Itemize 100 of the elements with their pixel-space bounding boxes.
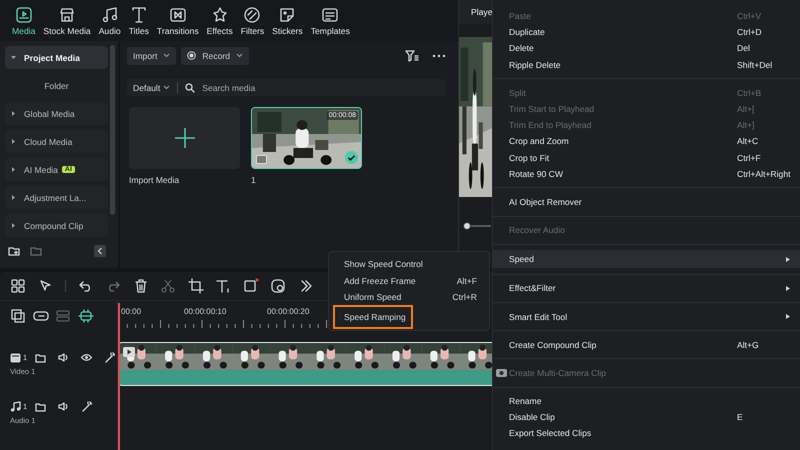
playback-slider[interactable] bbox=[463, 222, 491, 230]
speaker-icon[interactable] bbox=[58, 401, 70, 412]
caret-icon bbox=[11, 111, 16, 116]
scissors-icon[interactable] bbox=[160, 278, 176, 294]
scrollbar[interactable] bbox=[110, 45, 115, 215]
folder-icon[interactable] bbox=[35, 352, 46, 363]
caret-icon bbox=[11, 195, 16, 200]
video-track-icon bbox=[10, 352, 21, 363]
record-icon bbox=[187, 51, 196, 60]
mask-icon[interactable] bbox=[270, 278, 286, 294]
shortcut-label: Ctrl+B bbox=[737, 88, 762, 98]
player-tab[interactable]: Playe bbox=[459, 0, 493, 24]
menu-item[interactable]: Uniform Speed Ctrl+R bbox=[335, 289, 485, 306]
video-icon bbox=[256, 155, 267, 164]
checkmark-icon bbox=[345, 151, 358, 164]
tile-label: 1 bbox=[251, 175, 257, 185]
nav-tab[interactable]: Audio bbox=[94, 6, 125, 36]
menu-item[interactable]: Smart Edit Tool bbox=[493, 308, 800, 325]
chevron-down-icon bbox=[163, 53, 170, 58]
menu-item[interactable]: Delete Del bbox=[493, 40, 800, 57]
nav-tab[interactable]: Filters bbox=[236, 6, 268, 36]
layout-grid-icon[interactable] bbox=[10, 278, 26, 294]
menu-item[interactable]: Crop to Fit Ctrl+F bbox=[493, 150, 800, 166]
eye-icon[interactable] bbox=[81, 352, 92, 363]
menu-item[interactable]: Export Selected Clips bbox=[493, 425, 800, 442]
shortcut-label: Alt+[ bbox=[737, 104, 756, 114]
caret-icon bbox=[11, 55, 16, 60]
new-folder-icon[interactable] bbox=[8, 245, 20, 257]
sidebar-item[interactable]: Project Media bbox=[5, 46, 108, 69]
menu-item[interactable]: Show Speed Control bbox=[335, 256, 485, 273]
magnet-icon[interactable] bbox=[78, 308, 94, 324]
store-icon bbox=[58, 6, 76, 24]
sidebar-item[interactable]: Compound Clip bbox=[5, 214, 108, 237]
shortcut-label: Ctrl+Alt+Right bbox=[737, 168, 790, 179]
add-track-icon[interactable] bbox=[10, 308, 26, 324]
title-icon bbox=[130, 6, 148, 24]
music-note-icon bbox=[10, 401, 21, 412]
camera-icon bbox=[496, 368, 507, 377]
wand-icon[interactable] bbox=[104, 352, 116, 363]
menu-item[interactable]: Rotate 90 CW Ctrl+Alt+Right bbox=[493, 166, 800, 182]
trash-icon[interactable] bbox=[132, 278, 148, 294]
sidebar-item[interactable]: Adjustment La... bbox=[5, 186, 108, 209]
folder-icon[interactable] bbox=[35, 401, 46, 412]
shortcut-label: Alt+G bbox=[737, 340, 760, 350]
menu-item[interactable]: Disable Clip E bbox=[493, 409, 800, 426]
search-input[interactable]: Search media bbox=[202, 80, 446, 95]
nav-tab[interactable]: Stock Media bbox=[39, 6, 95, 36]
shortcut-label: Shift+Del bbox=[737, 60, 774, 70]
shortcut-label: Del bbox=[737, 43, 751, 54]
nav-tab[interactable]: Titles bbox=[124, 6, 153, 36]
nav-tab[interactable]: Transitions bbox=[152, 6, 203, 36]
search-field[interactable]: Search media bbox=[178, 79, 446, 96]
menu-item[interactable]: Create Compound Clip Alt+G bbox=[493, 336, 800, 353]
menu-item[interactable]: Speed Ramping bbox=[335, 306, 411, 327]
chevron-down-icon bbox=[163, 85, 170, 90]
sidebar-item[interactable]: Folder bbox=[5, 74, 108, 97]
chevron-down-icon bbox=[236, 53, 244, 58]
square-icon[interactable] bbox=[242, 278, 258, 294]
record-dropdown[interactable]: Record bbox=[181, 46, 250, 64]
nav-tab[interactable]: Templates bbox=[306, 6, 354, 36]
nav-tab[interactable]: Stickers bbox=[268, 6, 307, 36]
track-layers-icon[interactable] bbox=[55, 308, 71, 324]
shortcut-label: Alt+] bbox=[737, 120, 756, 130]
menu-item[interactable]: Duplicate Ctrl+D bbox=[493, 24, 800, 40]
filter-list-icon[interactable] bbox=[405, 50, 419, 62]
sort-dropdown[interactable]: Default bbox=[127, 79, 178, 96]
nav-tab[interactable]: Effects bbox=[202, 6, 237, 36]
menu-item[interactable]: Speed bbox=[493, 250, 800, 268]
play-icon bbox=[123, 347, 135, 357]
sidebar-item[interactable]: Global Media bbox=[5, 102, 108, 125]
crop-icon[interactable] bbox=[188, 278, 204, 294]
speaker-icon[interactable] bbox=[58, 352, 70, 363]
transition-icon bbox=[168, 6, 187, 24]
play-square-icon bbox=[14, 6, 33, 24]
import-media-tile[interactable] bbox=[129, 107, 240, 169]
menu-item[interactable]: Rename bbox=[493, 393, 800, 410]
caret-icon bbox=[11, 167, 16, 172]
nav-tab[interactable]: Media bbox=[8, 6, 40, 36]
sidebar-item[interactable]: Cloud Media bbox=[5, 130, 108, 153]
submenu-arrow-icon bbox=[786, 286, 790, 291]
import-dropdown[interactable]: Import bbox=[127, 46, 176, 64]
shortcut-label: Alt+C bbox=[737, 136, 760, 146]
time-label: 00:00:00:10 bbox=[184, 307, 228, 316]
plus-icon bbox=[174, 127, 196, 149]
menu-item[interactable]: Effect&Filter bbox=[493, 280, 800, 296]
music-note-icon bbox=[100, 6, 119, 24]
wand-icon[interactable] bbox=[81, 401, 92, 412]
submenu-arrow-icon bbox=[786, 314, 790, 320]
shortcut-label: E bbox=[737, 412, 744, 422]
menu-item[interactable]: Crop and Zoom Alt+C bbox=[493, 133, 800, 150]
collapse-button[interactable] bbox=[94, 245, 106, 257]
menu-item[interactable]: AI Object Remover bbox=[493, 194, 800, 210]
caret-icon bbox=[11, 223, 16, 228]
text-icon[interactable] bbox=[215, 278, 231, 294]
shortcut-label: Ctrl+R bbox=[452, 292, 477, 302]
caret-icon bbox=[11, 139, 16, 144]
time-label: 00:00:00:20 bbox=[267, 307, 310, 316]
menu-item[interactable]: Add Freeze Frame Alt+F bbox=[335, 272, 485, 290]
shortcut-label: Ctrl+V bbox=[737, 11, 762, 22]
menu-item[interactable]: Ripple Delete Shift+Del bbox=[493, 56, 800, 73]
